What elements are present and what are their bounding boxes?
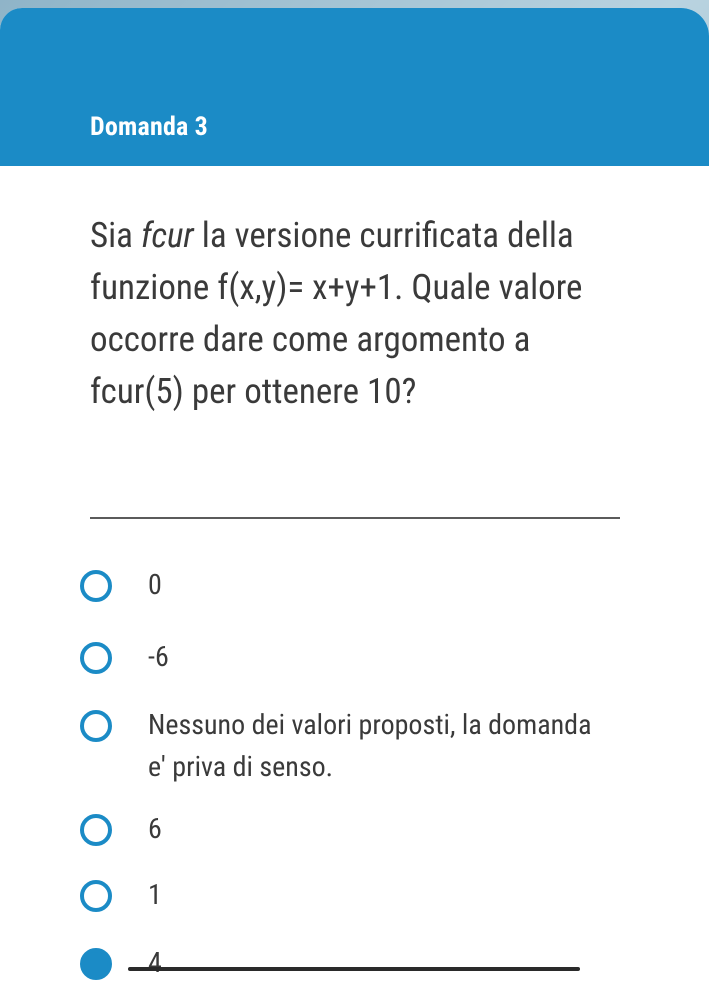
answer-option-nessuno[interactable]: Nessuno dei valori proposti, la domanda … [80, 708, 598, 788]
radio-button-icon[interactable] [80, 880, 112, 912]
question-card: Domanda 3 Sia fcur la versione currifica… [0, 8, 709, 981]
radio-button-icon[interactable] [80, 642, 112, 674]
card-header: Domanda 3 [0, 8, 709, 166]
answer-option-label: 6 [148, 812, 162, 845]
radio-button-icon[interactable] [80, 710, 112, 742]
answer-option-label: -6 [148, 640, 169, 673]
divider [90, 517, 620, 519]
answer-option-6[interactable]: 6 [80, 812, 598, 850]
question-text-italic: fcur [140, 215, 194, 256]
radio-button-checked-icon[interactable] [80, 948, 112, 980]
answer-option-4[interactable]: 4 [80, 946, 598, 981]
question-text-part1: Sia [90, 215, 141, 256]
answer-option-label: 1 [148, 878, 162, 911]
radio-button-icon[interactable] [80, 814, 112, 846]
question-number-title: Domanda 3 [90, 112, 209, 142]
answer-option-label: 4 [148, 946, 162, 979]
answer-option-0[interactable]: 0 [80, 568, 598, 606]
home-indicator-bar [128, 967, 580, 971]
answer-option-minus-6[interactable]: -6 [80, 640, 598, 678]
radio-button-icon[interactable] [80, 570, 112, 602]
answer-option-1[interactable]: 1 [80, 878, 598, 916]
question-text: Sia fcur la versione currificata della f… [90, 210, 630, 418]
answer-option-label: 0 [148, 568, 162, 601]
answer-option-label: Nessuno dei valori proposti, la domanda … [148, 708, 592, 783]
